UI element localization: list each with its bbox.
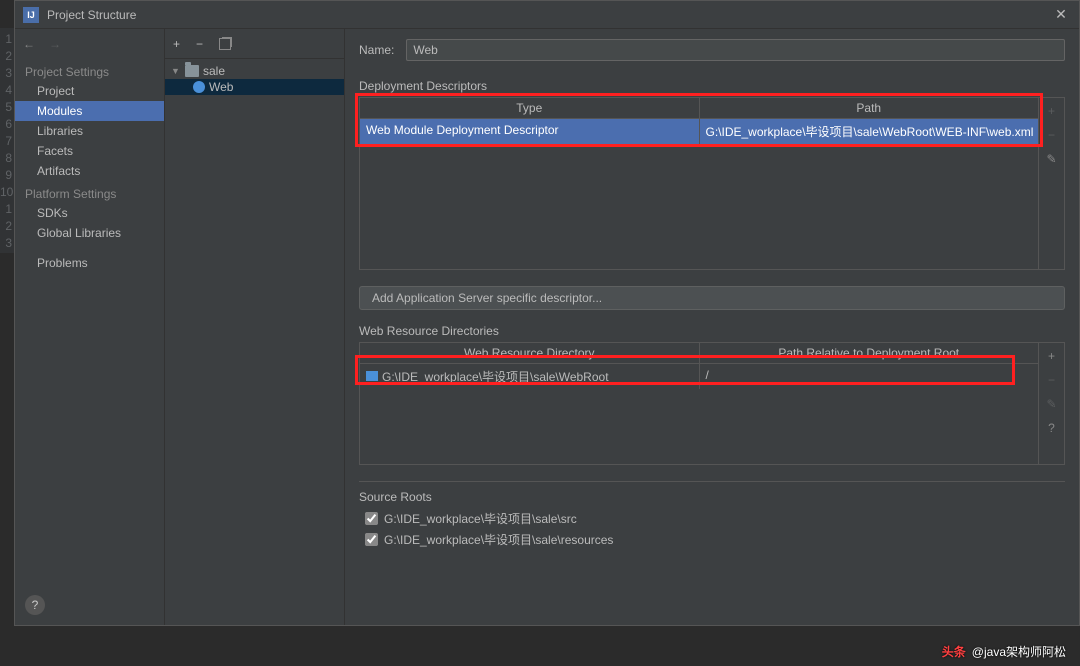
webres-row[interactable]: G:\IDE_workplace\毕设项目\sale\WebRoot / — [360, 364, 1038, 389]
deploy-th-type[interactable]: Type — [360, 98, 700, 118]
forward-icon[interactable]: → — [49, 37, 61, 51]
add-app-server-descriptor-button[interactable]: Add Application Server specific descript… — [359, 286, 1065, 310]
source-root-checkbox[interactable] — [365, 533, 378, 546]
sidebar-item-libraries[interactable]: Libraries — [15, 121, 164, 141]
watermark: 头条 @java架构师阿松 — [942, 643, 1066, 660]
source-root-checkbox[interactable] — [365, 512, 378, 525]
webres-cell-dir: G:\IDE_workplace\毕设项目\sale\WebRoot — [360, 364, 700, 389]
name-label: Name: — [359, 43, 394, 57]
webres-th-dir[interactable]: Web Resource Directory — [360, 343, 700, 363]
sidebar-item-facets[interactable]: Facets — [15, 141, 164, 161]
expand-arrow-icon[interactable]: ▼ — [171, 66, 181, 76]
remove-icon[interactable] — [196, 37, 203, 51]
deploy-remove-icon[interactable] — [1048, 128, 1055, 142]
deploy-add-icon[interactable] — [1048, 104, 1055, 118]
close-icon[interactable]: ✕ — [1051, 6, 1071, 23]
tree-module-sale[interactable]: ▼ sale — [165, 63, 344, 79]
deployment-descriptors-title: Deployment Descriptors — [359, 79, 1065, 93]
project-structure-dialog: IJ Project Structure ✕ ← → Project Setti… — [14, 0, 1080, 626]
source-root-row[interactable]: G:\IDE_workplace\毕设项目\sale\resources — [359, 529, 1065, 550]
webres-edit-icon[interactable] — [1046, 397, 1056, 411]
source-root-row[interactable]: G:\IDE_workplace\毕设项目\sale\src — [359, 508, 1065, 529]
web-resource-dirs-table: Web Resource Directory Path Relative to … — [359, 342, 1065, 465]
deploy-edit-icon[interactable] — [1046, 152, 1056, 166]
source-root-path: G:\IDE_workplace\毕设项目\sale\src — [384, 510, 577, 527]
deploy-cell-type: Web Module Deployment Descriptor — [360, 119, 700, 144]
editor-line-numbers: 12345678910123 — [0, 28, 14, 253]
sidebar-item-problems[interactable]: Problems — [15, 253, 164, 273]
folder-icon — [366, 371, 378, 381]
add-icon[interactable] — [173, 37, 180, 51]
sidebar-item-artifacts[interactable]: Artifacts — [15, 161, 164, 181]
web-icon — [193, 81, 205, 93]
webres-cell-rel: / — [700, 364, 1039, 389]
deploy-row[interactable]: Web Module Deployment Descriptor G:\IDE_… — [360, 119, 1038, 144]
sidebar-heading-platform: Platform Settings — [15, 181, 164, 203]
titlebar[interactable]: IJ Project Structure ✕ — [15, 1, 1079, 29]
deploy-cell-path: G:\IDE_workplace\毕设项目\sale\WebRoot\WEB-I… — [700, 119, 1039, 144]
copy-icon[interactable] — [219, 38, 231, 50]
sidebar-item-sdks[interactable]: SDKs — [15, 203, 164, 223]
module-tree-panel: ▼ sale Web — [165, 29, 345, 625]
name-input[interactable] — [406, 39, 1065, 61]
deployment-descriptors-table: Type Path Web Module Deployment Descript… — [359, 97, 1065, 270]
back-icon[interactable]: ← — [23, 37, 35, 51]
source-root-path: G:\IDE_workplace\毕设项目\sale\resources — [384, 531, 613, 548]
sidebar-item-project[interactable]: Project — [15, 81, 164, 101]
source-roots-title: Source Roots — [359, 490, 1065, 504]
settings-sidebar: ← → Project Settings Project Modules Lib… — [15, 29, 165, 625]
deploy-th-path[interactable]: Path — [700, 98, 1039, 118]
sidebar-item-global-libraries[interactable]: Global Libraries — [15, 223, 164, 243]
window-title: Project Structure — [47, 8, 1051, 22]
tree-facet-web[interactable]: Web — [165, 79, 344, 95]
help-icon[interactable]: ? — [25, 595, 45, 615]
sidebar-heading-project: Project Settings — [15, 59, 164, 81]
folder-icon — [185, 65, 199, 77]
web-resource-dirs-title: Web Resource Directories — [359, 324, 1065, 338]
webres-th-rel[interactable]: Path Relative to Deployment Root — [700, 343, 1039, 363]
app-icon: IJ — [23, 7, 39, 23]
webres-remove-icon[interactable] — [1048, 373, 1055, 387]
webres-add-icon[interactable] — [1048, 349, 1055, 363]
content-panel: Name: Deployment Descriptors Type Path — [345, 29, 1079, 625]
webres-help-icon[interactable] — [1048, 421, 1055, 435]
sidebar-item-modules[interactable]: Modules — [15, 101, 164, 121]
